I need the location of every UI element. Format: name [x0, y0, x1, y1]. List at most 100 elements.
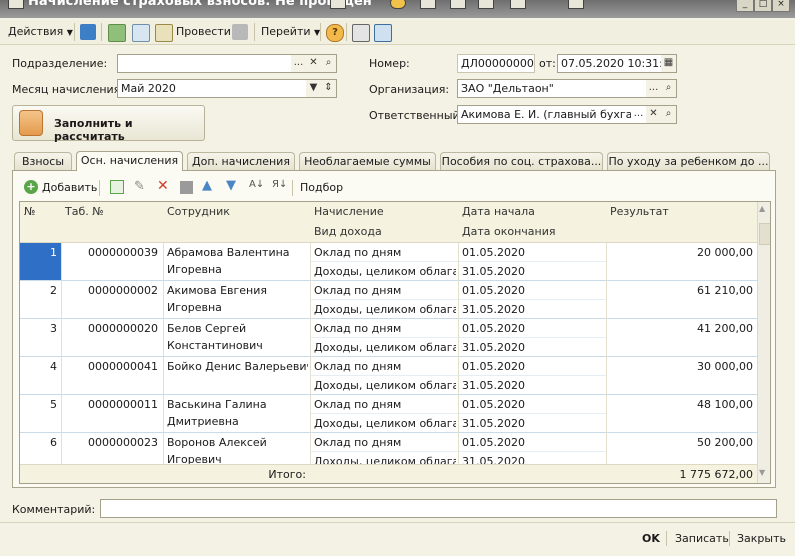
- table-icon[interactable]: [450, 0, 466, 9]
- column-header-num[interactable]: №: [20, 202, 66, 243]
- result-cell[interactable]: 61 210,00: [606, 281, 753, 300]
- tab-main-accruals[interactable]: Осн. начисления: [76, 151, 183, 171]
- refresh-icon[interactable]: [108, 24, 126, 42]
- accrual-cell[interactable]: Оклад по дням: [314, 319, 456, 338]
- clear-icon[interactable]: ✕: [306, 55, 321, 72]
- month-field[interactable]: Май 2020: [117, 79, 337, 98]
- table-row[interactable]: 4 0000000041 Бойко Денис Валерьевич Оклад п…: [20, 357, 757, 395]
- help-icon[interactable]: ?: [326, 24, 344, 42]
- tab-additional-accruals[interactable]: Доп. начисления: [187, 152, 295, 171]
- row-number-cell[interactable]: 2: [20, 281, 61, 319]
- date-field[interactable]: 07.05.2020 10:31:12: [557, 54, 677, 73]
- start-date-cell[interactable]: 01.05.2020: [462, 319, 604, 338]
- delete-icon[interactable]: ✕: [157, 178, 169, 194]
- accrual-cell[interactable]: Оклад по дням: [314, 395, 456, 414]
- scroll-up-icon[interactable]: ▲: [759, 204, 765, 213]
- post-button[interactable]: Провести: [176, 23, 231, 41]
- ok-button[interactable]: OK: [642, 532, 660, 545]
- scroll-thumb[interactable]: [759, 223, 770, 245]
- table-row[interactable]: 5 0000000011 Васькина Галина Дмитриевна Окла…: [20, 395, 757, 433]
- end-date-cell[interactable]: 31.05.2020: [462, 414, 604, 433]
- table-scrollbar[interactable]: ▲ ▼: [757, 202, 770, 483]
- income-type-cell[interactable]: Доходы, целиком облага...: [314, 300, 456, 319]
- column-header-accrual[interactable]: Начисление: [310, 202, 463, 223]
- end-date-cell[interactable]: 31.05.2020: [462, 338, 604, 357]
- dropdown-arrow-icon[interactable]: ▼: [306, 80, 321, 97]
- result-cell[interactable]: 48 100,00: [606, 395, 753, 414]
- accrual-cell[interactable]: Оклад по дням: [314, 433, 456, 452]
- income-type-cell[interactable]: Доходы, целиком облага...: [314, 338, 456, 357]
- start-date-cell[interactable]: 01.05.2020: [462, 395, 604, 414]
- minimize-button[interactable]: _: [736, 0, 754, 12]
- tab-number-cell[interactable]: 0000000002: [61, 281, 158, 300]
- result-cell[interactable]: 41 200,00: [606, 319, 753, 338]
- column-header-tab-number[interactable]: Таб. №: [61, 202, 168, 243]
- doc-icon[interactable]: [478, 0, 494, 9]
- employee-name-cell[interactable]: Бойко Денис Валерьевич: [167, 357, 308, 376]
- start-date-cell[interactable]: 01.05.2020: [462, 357, 604, 376]
- row-number-cell[interactable]: 5: [20, 395, 61, 433]
- row-number-cell[interactable]: 1: [20, 243, 61, 281]
- end-date-cell[interactable]: 31.05.2020: [462, 376, 604, 395]
- income-type-cell[interactable]: Доходы, целиком облага...: [314, 414, 456, 433]
- tab-number-cell[interactable]: 0000000020: [61, 319, 158, 338]
- save-button[interactable]: Записать: [675, 532, 729, 545]
- income-type-cell[interactable]: Доходы, целиком облага...: [314, 262, 456, 281]
- tab-childcare[interactable]: По уходу за ребенком до ...: [607, 152, 770, 171]
- list-settings-icon[interactable]: [374, 24, 392, 42]
- actions-menu-button[interactable]: Действия ▼: [8, 23, 73, 41]
- income-type-cell[interactable]: Доходы, целиком облага...: [314, 376, 456, 395]
- start-date-cell[interactable]: 01.05.2020: [462, 281, 604, 300]
- table-row[interactable]: 1 0000000039 Абрамова Валентина Игоревна Окл…: [20, 243, 757, 281]
- end-date-cell[interactable]: 31.05.2020: [462, 262, 604, 281]
- unpost-icon[interactable]: [232, 24, 248, 40]
- result-cell[interactable]: 30 000,00: [606, 357, 753, 376]
- column-header-end-date[interactable]: Дата окончания: [458, 222, 611, 243]
- search-icon[interactable]: ⌕: [661, 106, 676, 123]
- copy-doc-icon[interactable]: [132, 24, 150, 42]
- column-header-result[interactable]: Результат: [606, 202, 762, 243]
- move-up-icon[interactable]: ▲: [202, 178, 212, 193]
- column-header-start-date[interactable]: Дата начала: [458, 202, 611, 223]
- search-icon[interactable]: ⌕: [661, 80, 676, 97]
- result-cell[interactable]: 50 200,00: [606, 433, 753, 452]
- copy-row-icon[interactable]: [110, 180, 124, 194]
- structure-icon[interactable]: [352, 24, 370, 42]
- select-button[interactable]: ...: [291, 55, 306, 72]
- print-icon[interactable]: [510, 0, 526, 9]
- calendar-icon[interactable]: ▦: [661, 55, 676, 72]
- number-field[interactable]: ДЛ000000002: [457, 54, 535, 73]
- column-header-employee[interactable]: Сотрудник: [163, 202, 315, 243]
- calc-icon[interactable]: [420, 0, 436, 9]
- end-date-cell[interactable]: 31.05.2020: [462, 300, 604, 319]
- add-row-button[interactable]: Добавить: [42, 181, 97, 194]
- accrual-cell[interactable]: Оклад по дням: [314, 243, 456, 262]
- tab-number-cell[interactable]: 0000000023: [61, 433, 158, 452]
- row-number-cell[interactable]: 4: [20, 357, 61, 395]
- fill-and-calculate-button[interactable]: Заполнить и рассчитать: [12, 105, 205, 143]
- move-down-icon[interactable]: ▼: [226, 178, 236, 193]
- close-button[interactable]: Закрыть: [737, 532, 786, 545]
- goto-menu-button[interactable]: Перейти ▼: [261, 23, 320, 41]
- edit-icon[interactable]: ✎: [134, 179, 145, 194]
- start-date-cell[interactable]: 01.05.2020: [462, 243, 604, 262]
- close-window-button[interactable]: ×: [772, 0, 790, 12]
- pin-icon[interactable]: [568, 0, 584, 9]
- table-row[interactable]: 2 0000000002 Акимова Евгения Игоревна Оклад …: [20, 281, 757, 319]
- spin-icon[interactable]: ⇕: [321, 80, 336, 97]
- back-arrow-icon[interactable]: [80, 24, 96, 40]
- tab-number-cell[interactable]: 0000000041: [61, 357, 158, 376]
- tab-contributions[interactable]: Взносы: [14, 152, 72, 171]
- sort-asc-icon[interactable]: A↓: [249, 179, 264, 190]
- start-date-cell[interactable]: 01.05.2020: [462, 433, 604, 452]
- table-row[interactable]: 3 0000000020 Белов Сергей Константинович Окл…: [20, 319, 757, 357]
- scroll-down-icon[interactable]: ▼: [759, 468, 765, 477]
- sort-desc-icon[interactable]: Я↓: [272, 179, 287, 190]
- tab-social-benefits[interactable]: Пособия по соц. страхова...: [440, 152, 603, 171]
- clear-icon[interactable]: ✕: [646, 106, 661, 123]
- tab-number-cell[interactable]: 0000000039: [61, 243, 158, 262]
- accrual-cell[interactable]: Оклад по дням: [314, 357, 456, 376]
- end-edit-icon[interactable]: [180, 181, 193, 194]
- comment-field[interactable]: [100, 499, 777, 518]
- select-button[interactable]: ...: [646, 80, 661, 97]
